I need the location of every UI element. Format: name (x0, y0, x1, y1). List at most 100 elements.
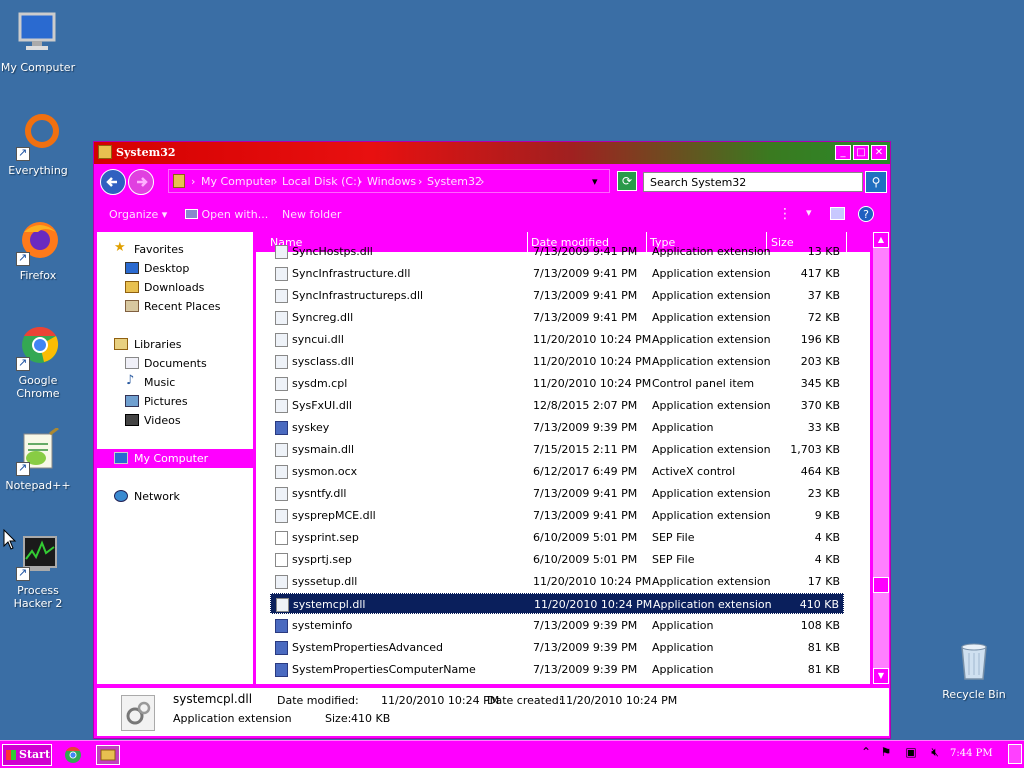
views-dropdown-icon[interactable]: ▾ (806, 206, 812, 219)
refresh-button[interactable]: ⟳ (617, 171, 637, 191)
address-bar[interactable]: › My Computer › Local Disk (C:) › Window… (168, 169, 610, 193)
open-with-button[interactable]: Open with... (185, 208, 268, 221)
nav-label: My Computer (134, 452, 209, 465)
nav-desktop[interactable]: Desktop (97, 259, 253, 278)
file-row[interactable]: sysntfy.dll 7/13/2009 9:41 PM Application … (270, 483, 844, 504)
dll-file-icon (275, 333, 288, 347)
file-row[interactable]: syskey 7/13/2009 9:39 PM Application 33 KB (270, 417, 844, 438)
file-type: Application extension (652, 267, 771, 280)
file-row[interactable]: sysmain.dll 7/15/2015 2:11 PM Application … (270, 439, 844, 460)
nav-my-computer[interactable]: My Computer (97, 449, 253, 468)
preview-pane-icon[interactable] (830, 207, 845, 220)
nav-videos[interactable]: Videos (97, 411, 253, 430)
file-row[interactable]: SystemPropertiesComputerName 7/13/2009 9:… (270, 659, 844, 680)
file-row[interactable]: syssetup.dll 11/20/2010 10:24 PM Applicati… (270, 571, 844, 592)
maximize-button[interactable]: □ (853, 145, 869, 160)
minimize-button[interactable]: _ (835, 145, 851, 160)
desktop-icon-everything[interactable]: Everything (0, 113, 76, 177)
forward-button[interactable] (128, 169, 154, 195)
nav-favorites[interactable]: ★ Favorites (97, 240, 253, 259)
clock[interactable]: 7:44 PM (950, 748, 993, 759)
file-row[interactable]: sysdm.cpl 11/20/2010 10:24 PM Control pane… (270, 373, 844, 394)
nav-downloads[interactable]: Downloads (97, 278, 253, 297)
file-type: Application extension (652, 289, 771, 302)
file-row[interactable]: sysmon.ocx 6/12/2017 6:49 PM ActiveX contr… (270, 461, 844, 482)
show-desktop-button[interactable] (1008, 744, 1022, 764)
file-name: SystemPropertiesAdvanced (292, 641, 443, 654)
dll-file-icon (275, 377, 288, 391)
file-row[interactable]: SyncHostps.dll 7/13/2009 9:41 PM Applicati… (270, 241, 844, 262)
scroll-thumb[interactable] (873, 577, 889, 593)
show-hidden-icons[interactable]: ⌃ (858, 745, 874, 763)
start-button[interactable]: Start (2, 744, 52, 766)
desktop-icon-google-chrome[interactable]: Google Chrome (0, 323, 76, 400)
file-row[interactable]: syncui.dll 11/20/2010 10:24 PM Application… (270, 329, 844, 350)
file-date: 11/20/2010 10:24 PM (533, 377, 652, 390)
file-row[interactable]: Syncreg.dll 7/13/2009 9:41 PM Application … (270, 307, 844, 328)
breadcrumb-my-computer[interactable]: My Computer (201, 175, 275, 188)
vertical-scrollbar[interactable]: ▲ ▼ (873, 232, 889, 684)
organize-button[interactable]: Organize ▾ (109, 208, 167, 221)
file-row[interactable]: systemcpl.dll 11/20/2010 10:24 PM Applicat… (270, 593, 844, 614)
window-icon (185, 209, 198, 219)
address-dropdown-icon[interactable]: ▾ (592, 175, 598, 188)
file-row[interactable]: systeminfo 7/13/2009 9:39 PM Application 10… (270, 615, 844, 636)
application-file-icon (275, 421, 288, 435)
views-icon[interactable]: ⋮ (778, 206, 792, 222)
file-name: sysprtj.sep (292, 553, 352, 566)
file-row[interactable]: SyncInfrastructure.dll 7/13/2009 9:41 PM A… (270, 263, 844, 284)
file-row[interactable]: sysprtj.sep 6/10/2009 5:01 PM SEP File 4 KB (270, 549, 844, 570)
dll-file-icon (275, 509, 288, 523)
desktop-icon-label: Everything (8, 164, 68, 177)
network-tray-icon[interactable]: ▣ (903, 745, 919, 763)
scroll-up-arrow-icon[interactable]: ▲ (873, 232, 889, 248)
close-button[interactable]: ✕ (871, 145, 887, 160)
pictures-icon (125, 395, 139, 407)
nav-documents[interactable]: Documents (97, 354, 253, 373)
help-icon[interactable]: ? (858, 206, 874, 222)
title-bar[interactable]: System32 _ □ ✕ (94, 142, 890, 164)
explorer-window[interactable]: System32 _ □ ✕ › My Computer › Local Dis… (93, 141, 891, 739)
volume-muted-icon[interactable]: 🔇︎ (927, 745, 943, 763)
file-date: 11/20/2010 10:24 PM (533, 333, 652, 346)
desktop-icon-my-computer[interactable]: My Computer (0, 10, 76, 74)
file-type: Application extension (652, 575, 771, 588)
file-row[interactable]: SystemPropertiesAdvanced 7/13/2009 9:39 P… (270, 637, 844, 658)
recent-places-icon (125, 300, 139, 312)
shortcut-arrow-icon (16, 146, 30, 161)
search-icon[interactable]: ⚲ (865, 171, 887, 193)
file-size: 345 KB (800, 377, 840, 390)
file-size: 464 KB (800, 465, 840, 478)
scroll-down-arrow-icon[interactable]: ▼ (873, 668, 889, 684)
breadcrumb-local-disk[interactable]: Local Disk (C:) (282, 175, 361, 188)
nav-network[interactable]: Network (97, 487, 253, 506)
file-row[interactable]: sysprint.sep 6/10/2009 5:01 PM SEP File 4 K… (270, 527, 844, 548)
file-size: 370 KB (800, 399, 840, 412)
taskbar-explorer-icon[interactable] (96, 745, 120, 765)
dll-file-icon (275, 465, 288, 479)
desktop-icon-notepad-plus-plus[interactable]: Notepad++ (0, 426, 76, 492)
file-type: Application extension (652, 333, 771, 346)
desktop-icon-firefox[interactable]: Firefox (0, 218, 76, 282)
file-row[interactable]: sysprepMCE.dll 7/13/2009 9:41 PM Applicati… (270, 505, 844, 526)
dll-file-icon (276, 598, 289, 612)
desktop-icon-recycle-bin[interactable]: Recycle Bin (936, 637, 1012, 701)
back-button[interactable] (100, 169, 126, 195)
file-name: systeminfo (292, 619, 353, 632)
breadcrumb-system32[interactable]: System32 (427, 175, 482, 188)
nav-label: Network (134, 490, 180, 503)
breadcrumb-windows[interactable]: Windows (367, 175, 416, 188)
file-row[interactable]: sysclass.dll 11/20/2010 10:24 PM Applicati… (270, 351, 844, 372)
nav-libraries[interactable]: Libraries (97, 335, 253, 354)
action-center-flag-icon[interactable]: ⚑ (878, 745, 894, 763)
nav-music[interactable]: ♪ Music (97, 373, 253, 392)
breadcrumb-separator-icon: › (358, 175, 363, 188)
nav-pictures[interactable]: Pictures (97, 392, 253, 411)
search-input[interactable]: Search System32 (643, 172, 863, 192)
nav-recent-places[interactable]: Recent Places (97, 297, 253, 316)
new-folder-button[interactable]: New folder (282, 208, 341, 221)
file-row[interactable]: SyncInfrastructureps.dll 7/13/2009 9:41 P… (270, 285, 844, 306)
taskbar-chrome-icon[interactable] (63, 745, 87, 765)
file-size: 196 KB (800, 333, 840, 346)
file-row[interactable]: SysFxUI.dll 12/8/2015 2:07 PM Application … (270, 395, 844, 416)
